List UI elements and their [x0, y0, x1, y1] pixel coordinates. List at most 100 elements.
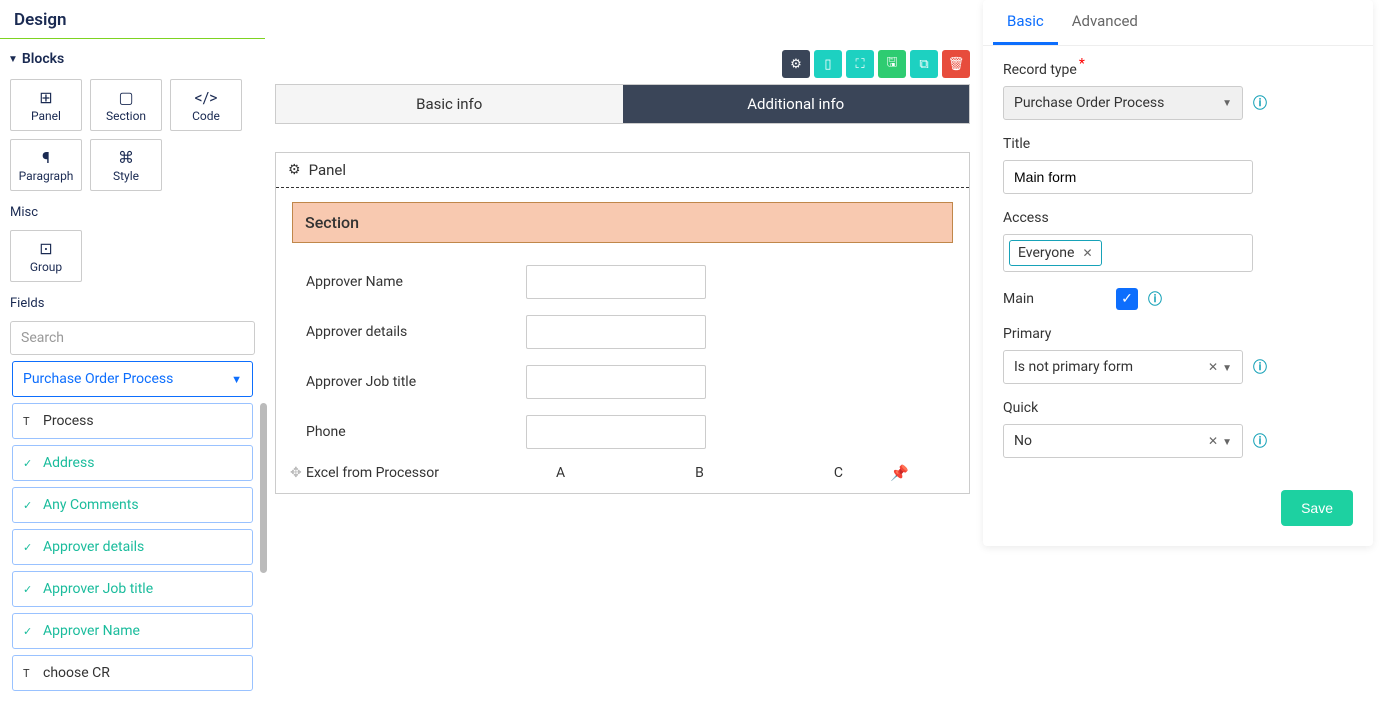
check-icon: ✓	[23, 541, 35, 554]
copy-button[interactable]: ⧉	[910, 50, 938, 78]
group-icon: ⊡	[39, 239, 52, 258]
main-label: Main	[1003, 291, 1034, 307]
quick-select[interactable]: No ✕▼	[1003, 424, 1243, 458]
field-label: Address	[43, 455, 94, 471]
gears-icon: ⚙	[288, 162, 301, 178]
access-tagbox[interactable]: Everyone ✕	[1003, 234, 1253, 272]
quick-label: Quick	[1003, 400, 1353, 416]
tab-advanced[interactable]: Advanced	[1058, 0, 1152, 45]
close-icon[interactable]: ✕	[1082, 246, 1092, 260]
access-label: Access	[1003, 210, 1353, 226]
blocks-label: Blocks	[22, 51, 64, 67]
form-row-excel: ✥ Excel from Processor A B C 📌	[276, 457, 969, 493]
clear-icon[interactable]: ✕	[1208, 360, 1218, 374]
settings-button[interactable]: ⚙	[782, 50, 810, 78]
save-icon: 🖫	[886, 53, 897, 75]
properties-panel: Basic Advanced Record type* Purchase Ord…	[983, 0, 1373, 546]
form-label: Phone	[306, 424, 526, 440]
phone-input[interactable]	[526, 415, 706, 449]
title-input[interactable]	[1003, 160, 1253, 194]
field-approver-name[interactable]: ✓ Approver Name	[12, 613, 253, 649]
design-canvas: ⚙ ▯ ⛶ 🖫 ⧉ 🗑 Basic info Additional info ⚙…	[275, 50, 970, 494]
block-label: Paragraph	[19, 169, 74, 183]
section-icon: ▢	[118, 88, 133, 107]
form-label: Excel from Processor	[306, 465, 516, 481]
info-icon[interactable]: ⓘ	[1253, 357, 1267, 377]
block-label: Code	[192, 109, 220, 123]
fullscreen-icon: ⛶	[855, 57, 864, 72]
dropdown-value: Purchase Order Process	[23, 371, 173, 387]
panel-container[interactable]: ⚙ Panel Section Approver Name Approver d…	[275, 152, 970, 494]
approver-job-title-input[interactable]	[526, 365, 706, 399]
check-icon: ✓	[1121, 291, 1133, 307]
check-icon: ✓	[23, 457, 35, 470]
process-dropdown[interactable]: Purchase Order Process ▼	[12, 361, 253, 397]
record-type-select[interactable]: Purchase Order Process ▼	[1003, 86, 1243, 120]
title-label: Title	[1003, 136, 1353, 152]
info-icon[interactable]: ⓘ	[1148, 289, 1162, 309]
field-list: T Process ✓ Address ✓ Any Comments ✓ App…	[12, 403, 253, 691]
record-type-label: Record type*	[1003, 62, 1353, 78]
scrollbar-thumb[interactable]	[260, 403, 267, 573]
field-any-comments[interactable]: ✓ Any Comments	[12, 487, 253, 523]
approver-name-input[interactable]	[526, 265, 706, 299]
form-label: Approver Job title	[306, 374, 526, 390]
chevron-down-icon: ▼	[231, 373, 242, 386]
block-label: Style	[113, 169, 139, 183]
mobile-icon: ▯	[824, 57, 831, 72]
check-icon: ✓	[23, 499, 35, 512]
field-label: Process	[43, 413, 94, 429]
fullscreen-button[interactable]: ⛶	[846, 50, 874, 78]
delete-button[interactable]: 🗑	[942, 50, 970, 78]
primary-select[interactable]: Is not primary form ✕ ▼	[1003, 350, 1243, 384]
form-row-approver-name: Approver Name	[276, 257, 969, 307]
paragraph-icon: ¶	[42, 148, 50, 167]
block-code[interactable]: </> Code	[170, 79, 242, 131]
section-box[interactable]: Section	[292, 202, 953, 243]
fields-header: Fields	[0, 288, 265, 315]
block-style[interactable]: ⌘ Style	[90, 139, 162, 191]
mobile-button[interactable]: ▯	[814, 50, 842, 78]
info-icon[interactable]: ⓘ	[1253, 93, 1267, 113]
left-sidebar: Design ▼ Blocks ⊞ Panel ▢ Section </> Co…	[0, 0, 265, 723]
block-section[interactable]: ▢ Section	[90, 79, 162, 131]
tab-additional-info[interactable]: Additional info	[623, 85, 970, 123]
field-label: Approver Name	[43, 623, 140, 639]
field-address[interactable]: ✓ Address	[12, 445, 253, 481]
save-canvas-button[interactable]: 🖫	[878, 50, 906, 78]
field-process[interactable]: T Process	[12, 403, 253, 439]
field-label: Any Comments	[43, 497, 139, 513]
block-paragraph[interactable]: ¶ Paragraph	[10, 139, 82, 191]
field-approver-details[interactable]: ✓ Approver details	[12, 529, 253, 565]
form-row-approver-details: Approver details	[276, 307, 969, 357]
tab-basic[interactable]: Basic	[993, 0, 1058, 45]
search-input[interactable]: Search	[10, 321, 255, 355]
drag-handle-icon[interactable]: ✥	[290, 465, 302, 481]
form-label: Approver Name	[306, 274, 526, 290]
field-approver-job-title[interactable]: ✓ Approver Job title	[12, 571, 253, 607]
field-choose-cr[interactable]: T choose CR	[12, 655, 253, 691]
approver-details-input[interactable]	[526, 315, 706, 349]
clear-icon[interactable]: ✕	[1208, 434, 1218, 448]
save-button[interactable]: Save	[1281, 490, 1353, 526]
check-icon: ✓	[23, 583, 35, 596]
trash-icon: 🗑	[948, 57, 965, 72]
chevron-down-icon: ▼	[1222, 363, 1232, 374]
block-group[interactable]: ⊡ Group	[10, 230, 82, 282]
panel-header[interactable]: ⚙ Panel	[276, 153, 969, 188]
check-icon: ✓	[23, 625, 35, 638]
code-icon: </>	[194, 88, 217, 107]
select-value: No	[1014, 433, 1032, 449]
access-tag-everyone[interactable]: Everyone ✕	[1009, 240, 1102, 266]
select-value: Is not primary form	[1014, 359, 1133, 375]
pin-icon[interactable]: 📌	[890, 464, 909, 482]
primary-label: Primary	[1003, 326, 1353, 342]
blocks-header[interactable]: ▼ Blocks	[0, 39, 265, 73]
col-a: A	[556, 465, 565, 481]
info-icon[interactable]: ⓘ	[1253, 431, 1267, 451]
excel-columns: A B C	[556, 465, 843, 481]
tab-basic-info[interactable]: Basic info	[276, 85, 623, 123]
main-checkbox[interactable]: ✓	[1116, 288, 1138, 310]
misc-header: Misc	[0, 197, 265, 224]
block-panel[interactable]: ⊞ Panel	[10, 79, 82, 131]
